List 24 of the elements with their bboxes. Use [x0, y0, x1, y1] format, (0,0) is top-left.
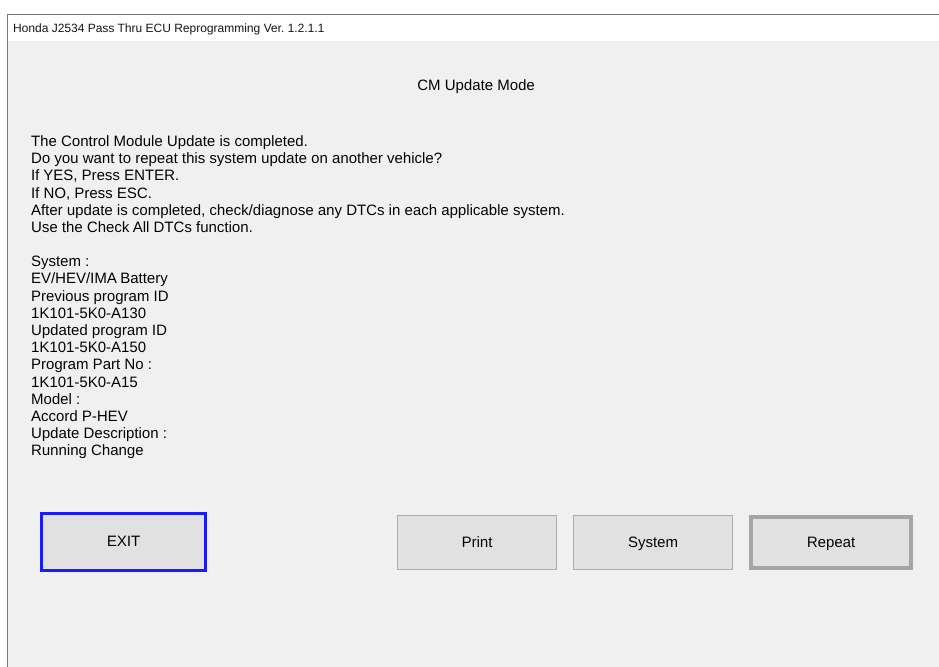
dialog-button[interactable]: EXIT: [40, 512, 207, 572]
info-line: System :: [31, 253, 90, 270]
info-line: Model :: [31, 390, 82, 408]
info-line: Update Description :: [31, 425, 168, 442]
message-line: If NO, Press ESC.: [31, 184, 153, 202]
dialog-button[interactable]: System: [573, 514, 733, 570]
window-title: Honda J2534 Pass Thru ECU Reprogramming Ver. 1.2.1.1: [13, 21, 324, 35]
message-line: After update is completed, check/diagnose any DTCs in each applicable system.: [31, 202, 566, 220]
info-line: 1K101-5K0-A150: [31, 339, 148, 356]
info-line: Previous program ID: [31, 288, 170, 305]
info-line: Running Change: [31, 442, 145, 460]
message-line: Use the Check All DTCs function.: [31, 219, 254, 236]
dialog-button[interactable]: Print: [397, 514, 557, 570]
dialog-button[interactable]: Repeat: [749, 514, 913, 570]
info-line: EV/HEV/IMA Battery: [31, 270, 169, 288]
mode-heading: CM Update Mode: [416, 77, 536, 94]
info-line: Program Part No :: [31, 356, 153, 374]
info-line: Accord P-HEV: [31, 408, 129, 426]
info-line: 1K101-5K0-A15: [31, 374, 139, 391]
message-line: The Control Module Update is completed.: [31, 133, 309, 150]
info-line: 1K101-5K0-A130: [31, 304, 148, 322]
message-line: Do you want to repeat this system update on another vehicle?: [31, 150, 444, 168]
message-line: If YES, Press ENTER.: [31, 167, 180, 185]
info-line: Updated program ID: [31, 322, 168, 340]
